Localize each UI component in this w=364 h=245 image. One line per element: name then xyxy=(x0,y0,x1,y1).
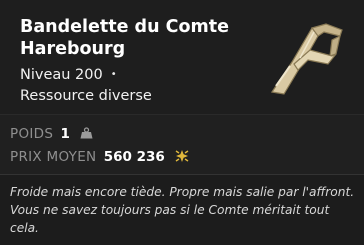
kamas-coin-icon xyxy=(175,150,189,162)
stats-divider xyxy=(0,174,364,175)
price-value: 560 236 xyxy=(103,149,165,165)
price-row: PRIX MOYEN 560 236 xyxy=(10,148,190,166)
item-level-text: Niveau 200 xyxy=(20,67,103,83)
bandage-strip-item-icon xyxy=(270,23,343,95)
item-type: Ressource diverse xyxy=(20,88,152,104)
weight-label: POIDS xyxy=(10,126,54,142)
item-header: Bandelette du Comte Harebourg Niveau 200… xyxy=(0,0,364,114)
weight-row: POIDS 1 xyxy=(10,125,93,143)
item-description: Froide mais encore tiède. Propre mais sa… xyxy=(10,185,355,235)
item-level: Niveau 200 • xyxy=(20,65,117,85)
weight-icon xyxy=(80,127,93,139)
item-stats: POIDS 1 PRIX MOYEN 560 236 xyxy=(0,115,364,174)
level-bullet: • xyxy=(110,69,117,80)
weight-value: 1 xyxy=(60,126,70,142)
item-tooltip: Bandelette du Comte Harebourg Niveau 200… xyxy=(0,0,364,245)
price-label: PRIX MOYEN xyxy=(10,149,97,165)
item-name: Bandelette du Comte Harebourg xyxy=(20,17,229,59)
